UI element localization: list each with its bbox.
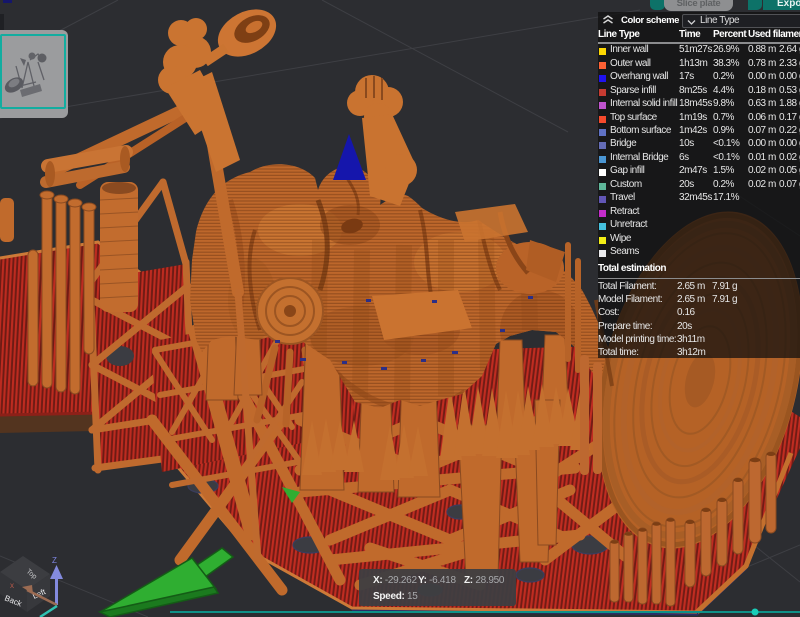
svg-text:x: x xyxy=(10,581,14,590)
svg-text:Z: Z xyxy=(52,556,57,565)
